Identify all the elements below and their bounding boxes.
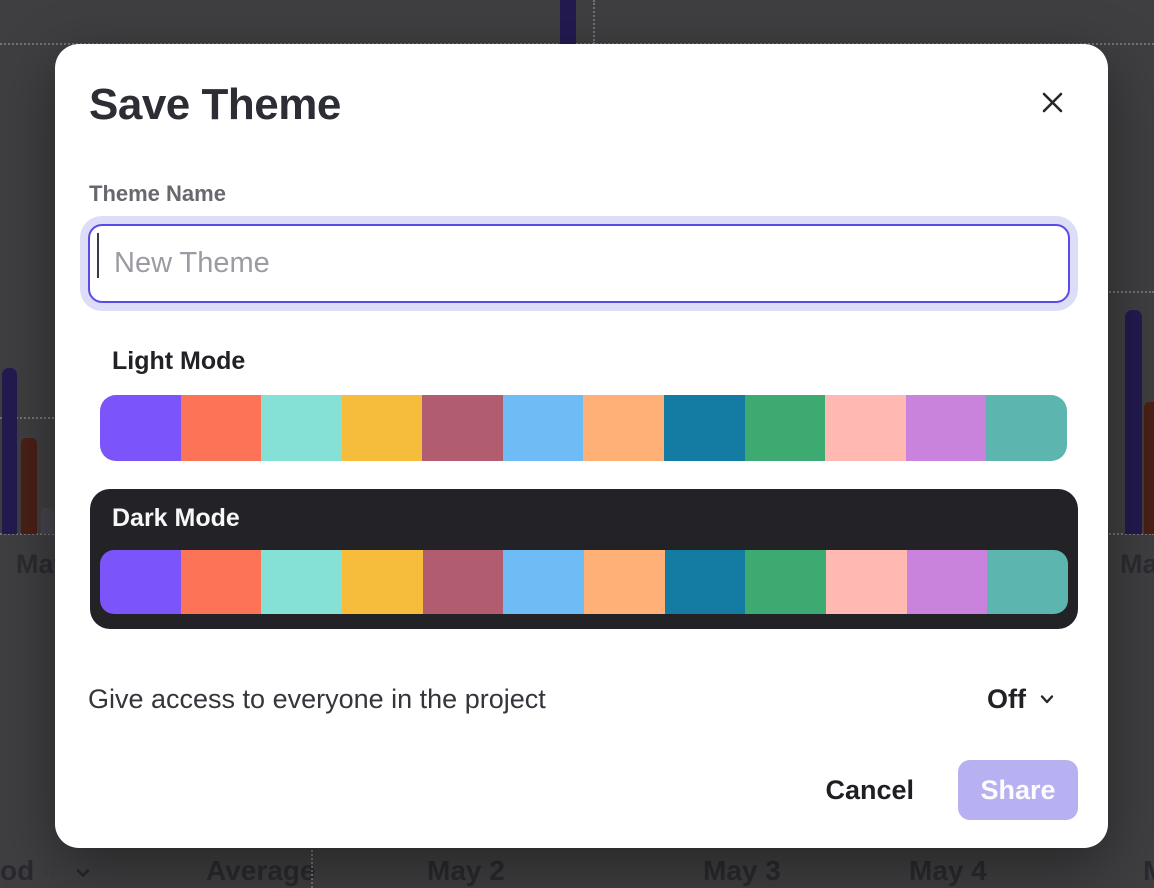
- palette-swatch-sky-blue: [503, 395, 584, 461]
- chevron-down-icon: [1037, 689, 1057, 709]
- chart-bar: [2, 368, 17, 534]
- palette-swatch-orchid: [907, 550, 988, 614]
- access-value: Off: [987, 684, 1026, 715]
- column-divider-top: [593, 0, 595, 44]
- chart-bar: [1125, 310, 1142, 534]
- palette-swatch-green: [745, 395, 826, 461]
- palette-swatch-green: [745, 550, 826, 614]
- dark-mode-palette: [100, 550, 1068, 614]
- period-selector-label: od: [0, 855, 34, 887]
- period-selector[interactable]: od 4: [0, 855, 92, 887]
- theme-name-input[interactable]: [88, 224, 1070, 303]
- close-icon: [1039, 89, 1066, 116]
- palette-swatch-amber: [342, 395, 423, 461]
- palette-swatch-amber: [342, 550, 423, 614]
- x-axis-label-average: Average: [206, 855, 315, 887]
- palette-swatch-rose: [422, 395, 503, 461]
- dialog-footer: Cancel Share: [819, 760, 1078, 820]
- x-axis-label-right: Ma: [1120, 549, 1154, 580]
- x-axis-label-may2: May 2: [427, 855, 505, 887]
- save-theme-dialog: Save Theme Theme Name Light Mode Dark Mo…: [55, 44, 1108, 848]
- light-mode-palette: [100, 395, 1067, 461]
- light-mode-label: Light Mode: [112, 347, 245, 376]
- dark-mode-preview: Dark Mode: [90, 489, 1078, 629]
- chart-bar: [1144, 402, 1154, 534]
- gridline-right: [1106, 291, 1154, 293]
- palette-swatch-aqua: [261, 550, 342, 614]
- share-button[interactable]: Share: [958, 760, 1078, 820]
- chart-bar: [21, 438, 37, 534]
- axis-divider: [311, 846, 313, 888]
- palette-swatch-rose: [423, 550, 504, 614]
- palette-swatch-seafoam: [986, 395, 1067, 461]
- access-row: Give access to everyone in the project O…: [88, 677, 1057, 721]
- x-axis-label-may3: May 3: [703, 855, 781, 887]
- access-label: Give access to everyone in the project: [88, 684, 546, 715]
- x-axis-label-may5-fragment: M: [1143, 855, 1154, 887]
- palette-swatch-seafoam: [987, 550, 1068, 614]
- palette-swatch-violet: [100, 550, 181, 614]
- period-selector-number: 4: [42, 855, 58, 887]
- palette-swatch-peach: [584, 550, 665, 614]
- x-axis-label-may4: May 4: [909, 855, 987, 887]
- theme-name-focus-ring: [80, 216, 1078, 311]
- chart-bar: [560, 0, 576, 44]
- access-toggle-dropdown[interactable]: Off: [987, 684, 1057, 715]
- palette-swatch-coral: [181, 395, 262, 461]
- dark-mode-label: Dark Mode: [112, 504, 240, 533]
- palette-swatch-pink: [825, 395, 906, 461]
- palette-swatch-orchid: [906, 395, 987, 461]
- close-button[interactable]: [1032, 82, 1072, 122]
- chart-bar: [41, 508, 54, 534]
- palette-swatch-pink: [826, 550, 907, 614]
- theme-name-label: Theme Name: [89, 181, 226, 207]
- palette-swatch-violet: [100, 395, 181, 461]
- chevron-down-icon: [74, 864, 92, 882]
- palette-swatch-sky-blue: [503, 550, 584, 614]
- palette-swatch-aqua: [261, 395, 342, 461]
- palette-swatch-coral: [181, 550, 262, 614]
- palette-swatch-ocean: [665, 550, 746, 614]
- palette-swatch-ocean: [664, 395, 745, 461]
- dialog-title: Save Theme: [89, 80, 341, 130]
- text-caret: [97, 233, 99, 278]
- cancel-button[interactable]: Cancel: [819, 775, 920, 806]
- palette-swatch-peach: [583, 395, 664, 461]
